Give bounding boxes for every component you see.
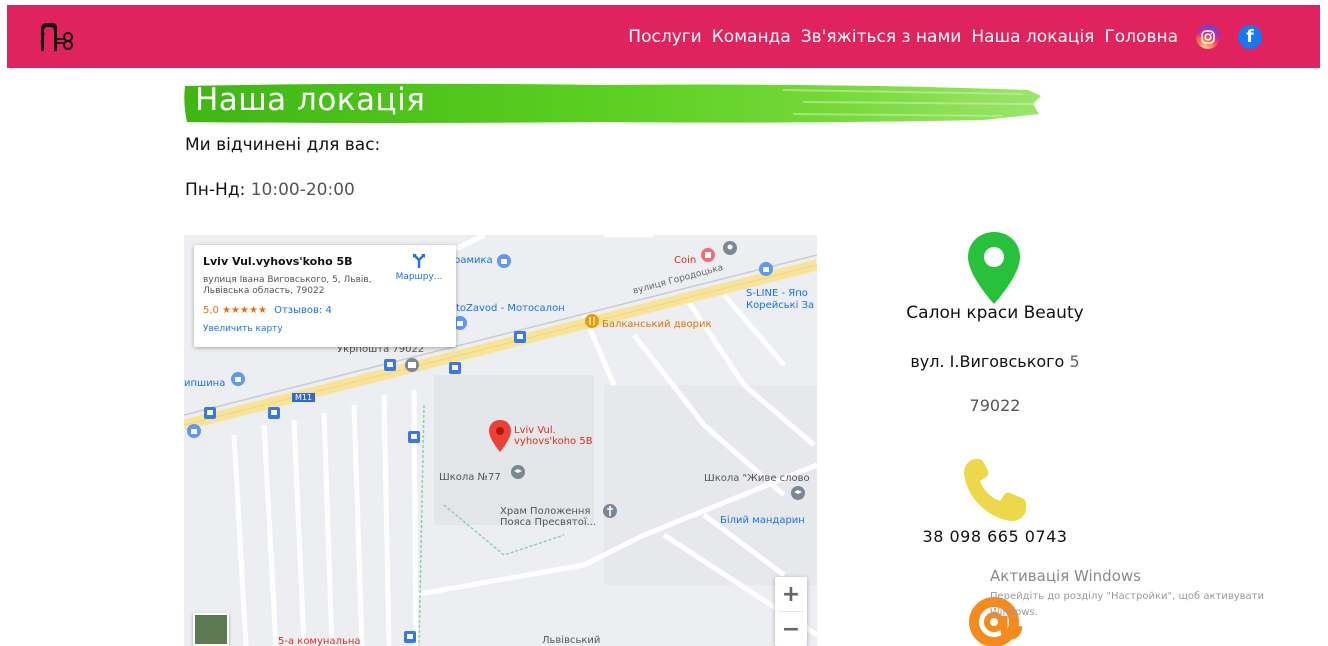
location-poi-icon <box>723 241 737 255</box>
nav-link-contact[interactable]: Зв'яжіться з нами <box>801 27 962 47</box>
nav-link-team[interactable]: Команда <box>712 27 791 47</box>
map-zoom-controls: + − <box>775 577 807 646</box>
map-poi-komunalna[interactable]: 5-а комунальна <box>278 636 361 646</box>
location-pin-icon <box>968 232 1020 304</box>
bus-stop-icon <box>514 331 526 343</box>
bus-stop-icon <box>204 407 216 419</box>
satellite-toggle[interactable] <box>193 613 229 646</box>
map-poi-koreiski[interactable]: Корейські За <box>746 300 814 311</box>
shop-poi-icon <box>497 254 511 268</box>
site-header: Послуги Команда Зв'яжіться з нами Наша л… <box>7 5 1320 68</box>
shop-poi-icon <box>759 262 773 276</box>
shop-poi-icon <box>187 424 201 438</box>
shop-poi-icon <box>231 372 245 386</box>
map-poi-coin[interactable]: Coin <box>674 255 696 266</box>
post-poi-icon <box>405 358 419 372</box>
nav-link-home[interactable]: Головна <box>1104 27 1178 47</box>
map-place-card: Lviv Vul.vyhovs'koho 5B вулиця Івана Виг… <box>194 245 456 347</box>
salon-name: Салон краси Beauty <box>906 303 1084 323</box>
shopping-poi-icon <box>701 248 715 262</box>
scissors-logo-icon[interactable] <box>37 23 77 53</box>
map-poi-sline[interactable]: S-LINE - Япо <box>746 288 808 299</box>
map-pin-icon[interactable] <box>489 420 511 452</box>
map-poi-motozavod[interactable]: toZavod - Мотосалон <box>456 303 565 314</box>
map-marker-label[interactable]: Lviv Vul. vyhovs'koho 5B <box>514 425 604 447</box>
directions-icon <box>413 254 425 268</box>
street-name: вул. І.Виговського <box>910 352 1065 371</box>
map-poi-zhyve-slovo[interactable]: Школа "Живе слово <box>704 473 810 484</box>
rating-stars-icon: ★★★★★ <box>222 305 267 316</box>
zoom-out-button[interactable]: − <box>775 612 807 646</box>
windows-activation-subtitle: Перейдіть до розділу "Настройки", щоб ак… <box>990 591 1264 618</box>
map-poi-bilyi-mandaryn[interactable]: Білий мандарин <box>720 515 805 526</box>
nav-link-location[interactable]: Наша локація <box>971 27 1094 47</box>
map-poi-balkanskyi[interactable]: Балканський дворик <box>602 319 712 330</box>
school-poi-icon <box>511 465 525 479</box>
opening-hours: Пн-Нд: 10:00-20:00 <box>185 180 355 200</box>
bus-stop-icon <box>449 362 461 374</box>
directions-label: Маршру... <box>395 272 443 282</box>
nav-link-services[interactable]: Послуги <box>628 27 701 47</box>
bus-stop-icon <box>384 359 396 371</box>
map-poi-lvivskyi[interactable]: Львівський <box>542 635 600 646</box>
map-poi-school77[interactable]: Школа №77 <box>439 472 501 483</box>
bus-stop-icon <box>408 431 420 443</box>
salon-street: вул. І.Виговського 5 <box>880 352 1110 371</box>
bus-stop-icon <box>268 407 280 419</box>
salon-phone[interactable]: 38 098 665 0743 <box>880 527 1110 546</box>
map-place-name: Lviv Vul.vyhovs'koho 5B <box>203 255 353 268</box>
zoom-in-button[interactable]: + <box>775 577 807 611</box>
church-poi-icon <box>603 504 617 518</box>
windows-activation-title: Активація Windows <box>990 567 1141 585</box>
map-place-rating: 5,0 ★★★★★ Отзывов: 4 <box>203 305 332 316</box>
phone-icon <box>964 459 1026 521</box>
map-poi-ceramika[interactable]: рамика <box>454 255 493 266</box>
page-title: Наша локація <box>195 82 426 118</box>
directions-button[interactable]: Маршру... <box>390 253 448 282</box>
salon-zip: 79022 <box>969 396 1021 415</box>
school-poi-icon <box>791 486 805 500</box>
map-road-m11: M11 <box>292 393 316 402</box>
open-hours-heading: Ми відчинені для вас: <box>185 135 381 155</box>
enlarge-map-link[interactable]: Увеличить карту <box>203 324 283 334</box>
map-poi-shyna[interactable]: ипшина <box>184 378 225 389</box>
map-poi-khram[interactable]: Храм Положення Пояса Пресвятої... <box>500 506 610 528</box>
bus-stop-icon <box>404 631 416 643</box>
facebook-icon[interactable]: f <box>1238 24 1262 49</box>
hours-label: Пн-Нд: <box>185 180 246 200</box>
main-nav: Послуги Команда Зв'яжіться з нами Наша л… <box>628 5 1262 68</box>
street-number: 5 <box>1069 352 1080 371</box>
hours-value: 10:00-20:00 <box>250 180 355 200</box>
google-map[interactable]: рамика Coin S-LINE - Япо Корейські За to… <box>184 235 817 646</box>
instagram-icon[interactable] <box>1196 24 1220 49</box>
rating-value: 5,0 <box>203 305 219 316</box>
restaurant-poi-icon <box>585 314 599 328</box>
reviews-link[interactable]: Отзывов: 4 <box>274 305 332 316</box>
map-place-address: вулиця Івана Виговського, 5, Львів, Льві… <box>203 275 372 296</box>
